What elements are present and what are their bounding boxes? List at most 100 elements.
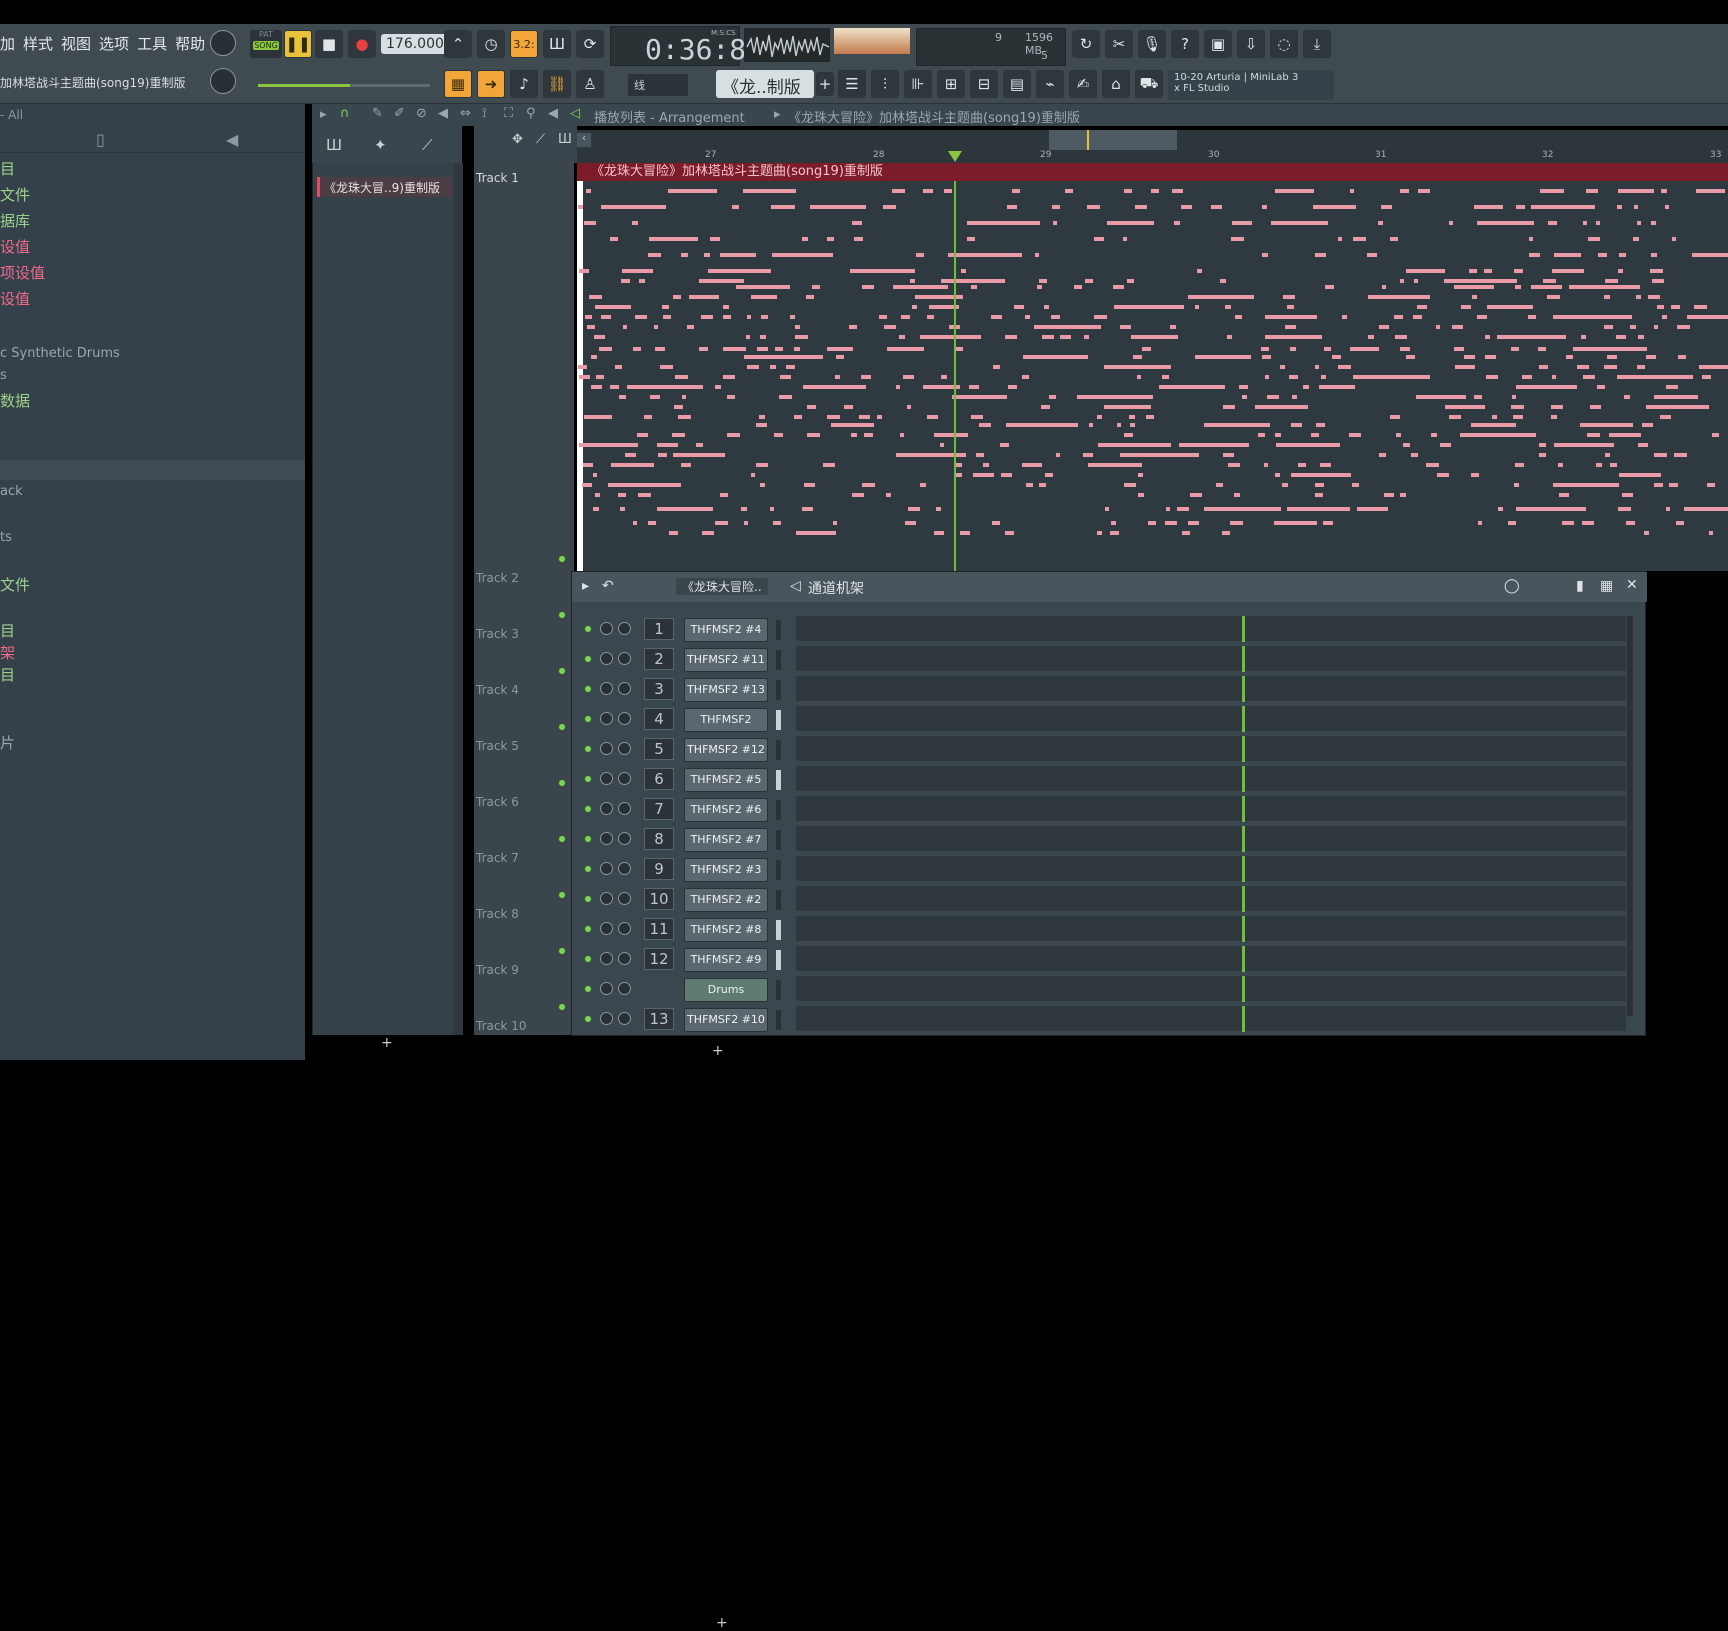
channel-preview[interactable]	[796, 946, 1626, 972]
select-icon[interactable]: ⛶	[504, 106, 513, 121]
rack-scrollbar[interactable]	[1627, 616, 1633, 1016]
save-icon[interactable]: ▣	[1204, 30, 1232, 58]
snap-select[interactable]: 线	[628, 74, 688, 96]
channel-enable-led[interactable]	[584, 955, 592, 963]
delete-icon[interactable]: ⊘	[416, 106, 427, 121]
channel-volume-knob[interactable]	[618, 802, 631, 815]
track-enable-led[interactable]	[558, 835, 566, 843]
track-label[interactable]: Track 6	[476, 795, 519, 809]
record-button[interactable]: ●	[348, 30, 376, 58]
help-icon[interactable]: ?	[1171, 30, 1199, 58]
track-label[interactable]: Track 10	[476, 1019, 526, 1033]
pencil-icon[interactable]: ✎	[372, 106, 383, 121]
channel-enable-led[interactable]	[584, 1015, 592, 1023]
scroll-overview[interactable]: ‹	[577, 130, 1728, 150]
channel-mixer-track[interactable]: 3	[644, 678, 674, 700]
browser-item[interactable]: 片	[0, 732, 15, 753]
track-enable-led[interactable]	[558, 611, 566, 619]
channel-select-light[interactable]	[776, 800, 781, 820]
channel-name-button[interactable]: Drums	[684, 978, 768, 1002]
browser-item[interactable]: 据库	[0, 210, 30, 231]
channel-preview[interactable]	[796, 826, 1626, 852]
channel-volume-knob[interactable]	[618, 682, 631, 695]
browser-item[interactable]: s	[0, 368, 7, 383]
channel-preview[interactable]	[796, 1006, 1626, 1032]
arrow-icon[interactable]: ➜	[477, 70, 505, 98]
microphone-icon[interactable]: 🎙	[1138, 30, 1166, 58]
channel-preview[interactable]	[796, 976, 1626, 1002]
track-enable-led[interactable]	[558, 1003, 566, 1011]
menu-options[interactable]: 选项	[99, 33, 129, 54]
playlist-icon[interactable]: ☰	[838, 70, 866, 98]
graph-icon[interactable]: ▮	[1576, 578, 1584, 594]
channel-pan-knob[interactable]	[600, 712, 613, 725]
track-label[interactable]: Track 4	[476, 683, 519, 697]
render-icon[interactable]: ⇩	[1237, 30, 1265, 58]
scroll-left-icon[interactable]: ‹	[577, 133, 591, 147]
channel-rack-icon[interactable]: ⫶	[871, 70, 899, 98]
track-enable-led[interactable]	[558, 891, 566, 899]
piano-roll-icon[interactable]: ▦	[444, 70, 472, 98]
magnet-icon[interactable]: ∩	[340, 106, 350, 121]
audio-picker-icon[interactable]: ✦	[374, 136, 387, 154]
curve-icon[interactable]: ⟋	[536, 132, 545, 147]
playlist-song-name[interactable]: 《龙珠大冒险》加林塔战斗主题曲(song19)重制版	[788, 107, 1080, 126]
channel-volume-knob[interactable]	[618, 892, 631, 905]
channel-pan-knob[interactable]	[600, 1012, 613, 1025]
track-enable-led[interactable]	[558, 555, 566, 563]
channel-mixer-track[interactable]: 1	[644, 618, 674, 640]
bird-icon[interactable]: ⌂	[1102, 70, 1130, 98]
channel-pan-knob[interactable]	[600, 982, 613, 995]
channel-name-button[interactable]: THFMSF2 #9	[684, 948, 768, 972]
browser-item[interactable]: 架	[0, 642, 15, 663]
channel-preview[interactable]	[796, 706, 1626, 732]
play-button[interactable]: ❚❚	[284, 30, 312, 58]
channel-enable-led[interactable]	[584, 715, 592, 723]
channel-preview[interactable]	[796, 856, 1626, 882]
channel-enable-led[interactable]	[584, 925, 592, 933]
channel-select-light[interactable]	[776, 740, 781, 760]
track-enable-led[interactable]	[558, 947, 566, 955]
browser-item[interactable]: 目	[0, 158, 15, 179]
channel-name-button[interactable]: THFMSF2	[684, 708, 768, 732]
channel-preview[interactable]	[796, 676, 1626, 702]
channel-name-button[interactable]: THFMSF2 #12	[684, 738, 768, 762]
browser-icon[interactable]: ⊞	[937, 70, 965, 98]
browser-file-icon[interactable]: ▯	[96, 130, 105, 149]
channel-volume-knob[interactable]	[618, 742, 631, 755]
timeline-ruler[interactable]: 27 28 29 30 31 32 33	[577, 150, 1728, 163]
track-label[interactable]: Track 8	[476, 907, 519, 921]
rack-undo-icon[interactable]: ↶	[602, 578, 614, 594]
mixer-icon[interactable]: ⊪	[904, 70, 932, 98]
channel-select-light[interactable]	[776, 710, 781, 730]
channel-mixer-track[interactable]: 6	[644, 768, 674, 790]
menu-tools[interactable]: 工具	[137, 33, 167, 54]
channel-name-button[interactable]: THFMSF2 #5	[684, 768, 768, 792]
channel-select-light[interactable]	[776, 950, 781, 970]
rack-pattern[interactable]: 《龙珠大冒险..	[676, 578, 768, 595]
menu-patterns[interactable]: 样式	[23, 33, 53, 54]
channel-preview[interactable]	[796, 736, 1626, 762]
menu-view[interactable]: 视图	[61, 33, 91, 54]
loop-record-icon[interactable]: ⟳	[576, 30, 604, 58]
playlist-menu-icon[interactable]: ▸	[320, 107, 327, 122]
browser-item[interactable]: 数据	[0, 390, 30, 411]
browser-item[interactable]: 设值	[0, 236, 30, 257]
track-enable-led[interactable]	[558, 667, 566, 675]
track-label[interactable]: Track 5	[476, 739, 519, 753]
channel-pan-knob[interactable]	[600, 802, 613, 815]
channel-name-button[interactable]: THFMSF2 #2	[684, 888, 768, 912]
channel-select-light[interactable]	[776, 650, 781, 670]
playback-icon[interactable]: ◀	[548, 106, 558, 121]
track-label[interactable]: Track 2	[476, 571, 519, 585]
channel-mixer-track[interactable]: 12	[644, 948, 674, 970]
undo-history-icon[interactable]: ↻	[1072, 30, 1100, 58]
close-icon[interactable]: ✕	[1626, 577, 1638, 593]
track-enable-led[interactable]	[558, 723, 566, 731]
playhead-marker[interactable]	[948, 151, 962, 162]
channel-enable-led[interactable]	[584, 625, 592, 633]
channel-name-button[interactable]: THFMSF2 #6	[684, 798, 768, 822]
browser-speaker-icon[interactable]: ◀	[226, 130, 238, 149]
channel-name-button[interactable]: THFMSF2 #3	[684, 858, 768, 882]
channel-enable-led[interactable]	[584, 865, 592, 873]
